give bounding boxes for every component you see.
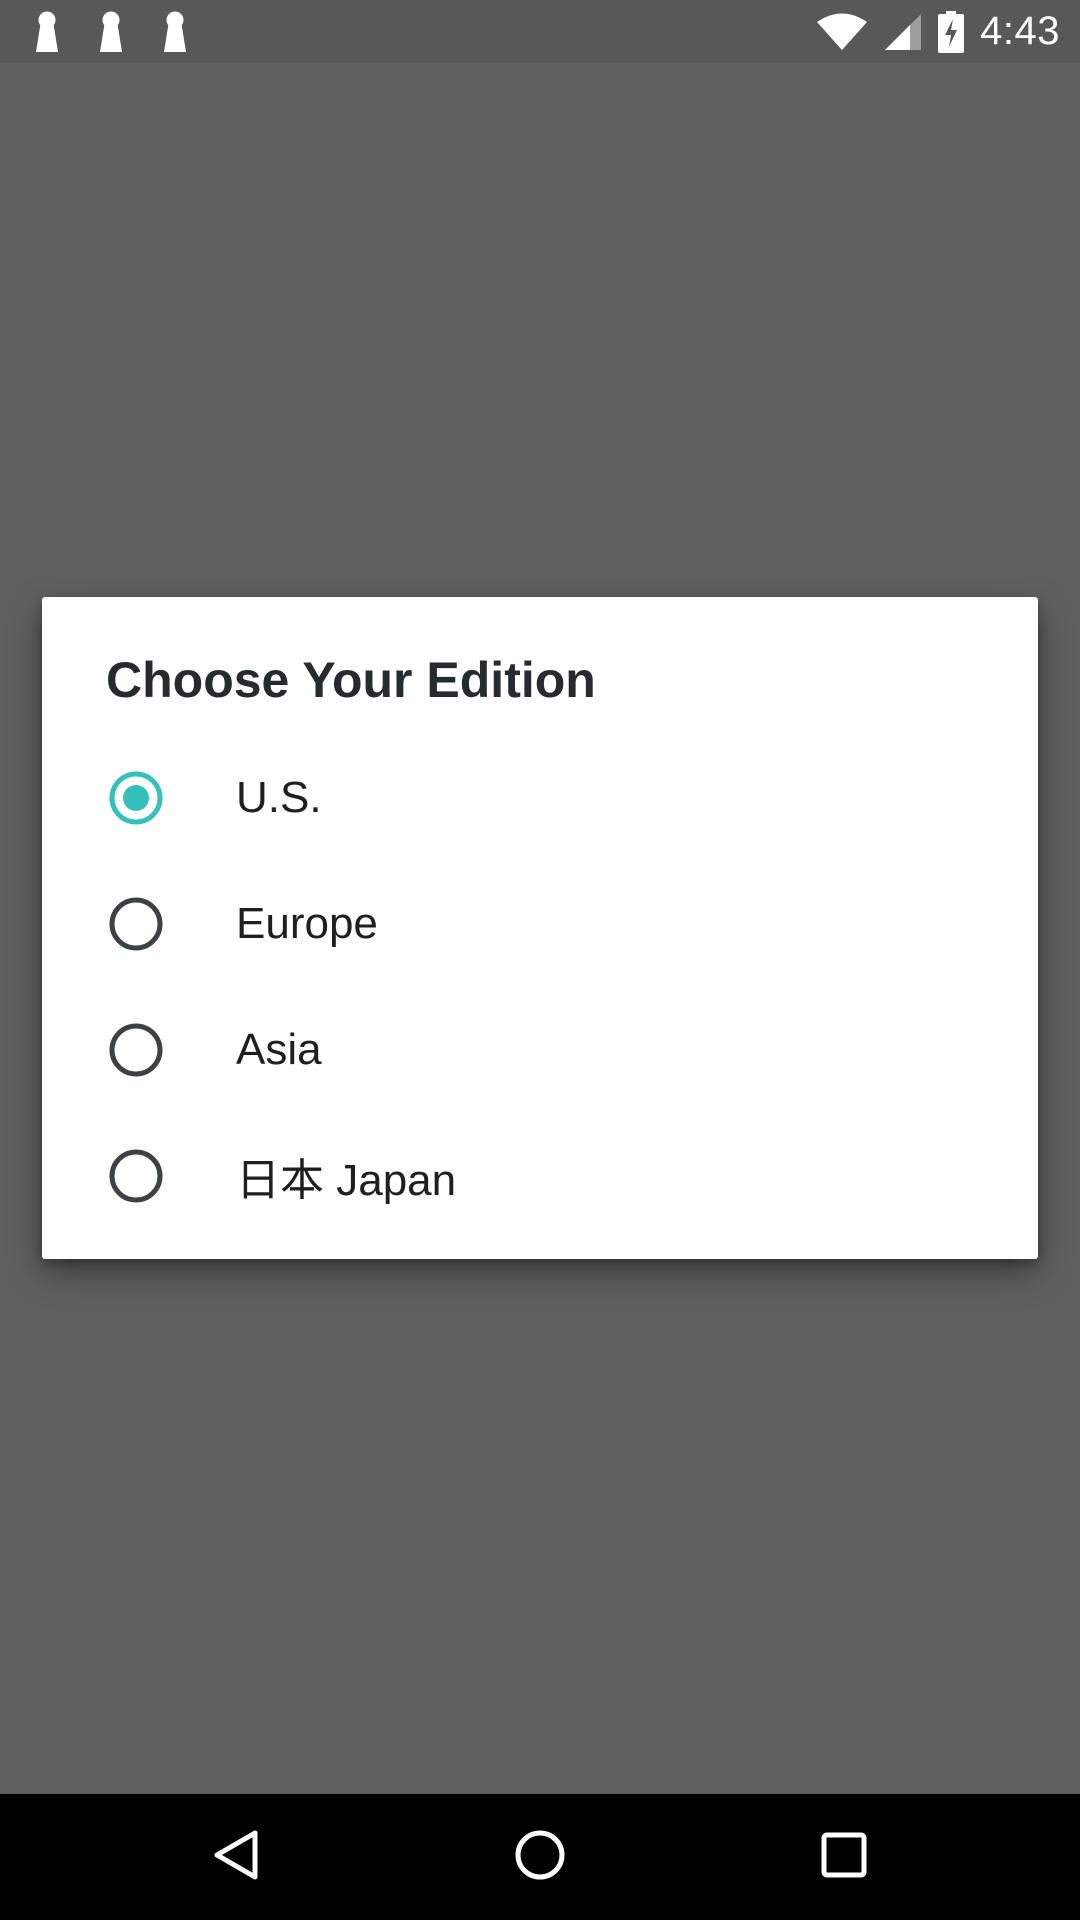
option-label: Asia — [236, 1025, 322, 1074]
home-icon — [514, 1829, 566, 1886]
screen: 4:43 Choose Your Edition U.S. Europe Asi… — [0, 0, 1080, 1920]
radio-unselected-icon[interactable] — [109, 897, 163, 951]
back-button[interactable] — [166, 1794, 306, 1920]
keyhole-icon — [34, 11, 60, 53]
signal-icon — [884, 13, 922, 51]
dialog-title: Choose Your Edition — [106, 652, 596, 708]
status-bar: 4:43 — [0, 0, 1080, 63]
edition-options: U.S. Europe Asia 日本 Japan — [42, 735, 1038, 1239]
recents-icon — [821, 1832, 867, 1883]
option-label: Europe — [236, 899, 378, 948]
option-japan[interactable]: 日本 Japan — [42, 1113, 1038, 1239]
option-label: 日本 Japan — [236, 1156, 457, 1205]
system-icons: 4:43 — [816, 9, 1060, 54]
navigation-bar — [0, 1794, 1080, 1920]
option-us[interactable]: U.S. — [42, 735, 1038, 861]
edition-dialog: Choose Your Edition U.S. Europe Asia 日本 … — [42, 597, 1038, 1259]
home-button[interactable] — [470, 1794, 610, 1920]
keyhole-icon — [162, 11, 188, 53]
battery-charging-icon — [938, 10, 965, 53]
radio-unselected-icon[interactable] — [109, 1023, 163, 1077]
recents-button[interactable] — [774, 1794, 914, 1920]
wifi-icon — [816, 13, 868, 51]
option-label: U.S. — [236, 773, 322, 822]
clock: 4:43 — [980, 9, 1060, 53]
keyhole-icon — [98, 11, 124, 53]
option-europe[interactable]: Europe — [42, 861, 1038, 987]
radio-unselected-icon[interactable] — [109, 1149, 163, 1203]
option-asia[interactable]: Asia — [42, 987, 1038, 1113]
notification-icons — [34, 11, 188, 53]
radio-selected-icon[interactable] — [109, 771, 163, 825]
back-icon — [213, 1829, 259, 1886]
